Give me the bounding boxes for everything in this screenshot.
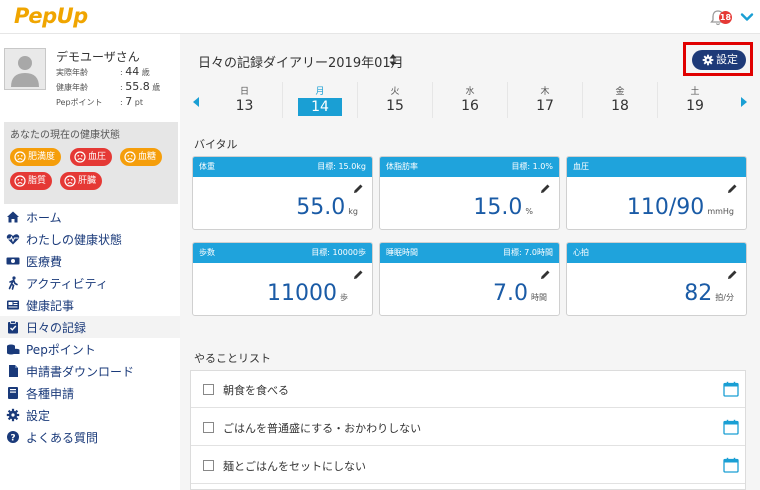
todo-item: 麺とごはんをセットにしない	[191, 447, 745, 484]
todo-checkbox[interactable]	[203, 460, 214, 471]
home-icon	[7, 211, 19, 223]
todo-list: 朝食を食べる ごはんを普通盛にする・おかわりしない 麺とごはんをセットにしない	[190, 370, 746, 490]
file-icon	[9, 365, 18, 377]
nav-item-form-download[interactable]: 申請書ダウンロード	[0, 360, 180, 382]
user-name: デモユーザさん	[56, 50, 140, 64]
next-week-arrow-icon[interactable]	[740, 96, 748, 108]
sort-updown-icon[interactable]	[388, 52, 398, 68]
pencil-icon[interactable]	[353, 269, 364, 280]
day-thu[interactable]: 木 17	[507, 82, 582, 118]
sidebar: デモユーザさん 実際年齢: 44 歳 健康年齢: 55.8 歳 Pepポイント:…	[0, 34, 180, 490]
app-header: PepUp 18	[0, 0, 760, 34]
nav-item-health-articles[interactable]: 健康記事	[0, 294, 180, 316]
todo-item: 朝食を食べる	[191, 371, 745, 408]
health-status-box: あなたの現在の健康状態 肥満度 血圧 血糖 脂質 肝臓	[4, 122, 178, 204]
gear-icon	[6, 408, 20, 422]
vital-card-body-fat[interactable]: 体脂肪率 目標: 1.0% 15.0%	[379, 156, 560, 230]
pencil-icon[interactable]	[727, 183, 738, 194]
nav-item-settings[interactable]: 設定	[0, 404, 180, 426]
diary-title[interactable]: 日々の記録ダイアリー2019年01月	[198, 52, 404, 71]
money-icon	[6, 257, 20, 265]
sad-face-icon	[124, 151, 136, 163]
health-status-title: あなたの現在の健康状態	[10, 130, 120, 141]
book-icon	[8, 387, 18, 399]
prev-week-arrow-icon[interactable]	[192, 96, 200, 108]
clipboard-icon	[8, 320, 18, 334]
nav-item-daily-records[interactable]: 日々の記録	[0, 316, 180, 338]
todo-label: やることリスト	[194, 352, 271, 365]
question-icon: ?	[7, 431, 19, 443]
health-tag-blood-pressure[interactable]: 血圧	[70, 148, 113, 166]
sad-face-icon	[74, 151, 86, 163]
vitals-label: バイタル	[194, 138, 238, 151]
health-tag-liver[interactable]: 肝臓	[60, 172, 103, 190]
day-sun[interactable]: 日 13	[207, 82, 282, 118]
sad-face-icon	[14, 151, 26, 163]
todo-checkbox[interactable]	[203, 422, 214, 433]
nav-item-faq[interactable]: ? よくある質問	[0, 426, 180, 448]
calendar-icon[interactable]	[723, 419, 739, 435]
pencil-icon[interactable]	[540, 183, 551, 194]
sad-face-icon	[14, 175, 26, 187]
day-mon[interactable]: 月 14	[282, 82, 357, 118]
coins-icon	[7, 344, 20, 355]
day-wed[interactable]: 水 16	[432, 82, 507, 118]
walking-icon	[8, 276, 18, 290]
nav-item-home[interactable]: ホーム	[0, 206, 180, 228]
day-sat[interactable]: 土 19	[657, 82, 732, 118]
vital-card-sleep[interactable]: 睡眠時間 目標: 7.0時間 7.0 時間	[379, 242, 560, 316]
stat-health-age: 健康年齢: 55.8 歳	[56, 80, 161, 93]
sad-face-icon	[64, 175, 76, 187]
notification-badge: 18	[719, 11, 732, 24]
vital-card-weight[interactable]: 体重 目標: 15.0kg 55.0 kg	[192, 156, 373, 230]
vital-card-steps[interactable]: 歩数 目標: 10000歩 11000 歩	[192, 242, 373, 316]
health-tag-blood-sugar[interactable]: 血糖	[120, 148, 163, 166]
health-tag-obesity[interactable]: 肥満度	[10, 148, 62, 166]
vital-card-blood-pressure[interactable]: 血圧 110/90 mmHg	[566, 156, 747, 230]
week-selector: 日 13 月 14 火 15 水 16 木 17 金 18 土 19	[190, 82, 758, 120]
calendar-icon[interactable]	[723, 457, 739, 473]
person-icon	[11, 56, 39, 87]
nav-item-activity[interactable]: アクティビティ	[0, 272, 180, 294]
avatar	[4, 48, 46, 90]
stat-actual-age: 実際年齢: 44 歳	[56, 65, 150, 78]
gear-icon	[702, 54, 714, 66]
settings-button[interactable]: 設定	[692, 50, 746, 70]
nav-item-medical-costs[interactable]: 医療費	[0, 250, 180, 272]
stat-pep-points: Pepポイント: 7 pt	[56, 95, 144, 108]
todo-checkbox[interactable]	[203, 384, 214, 395]
health-tag-lipid[interactable]: 脂質	[10, 172, 53, 190]
calendar-icon[interactable]	[723, 381, 739, 397]
pencil-icon[interactable]	[353, 183, 364, 194]
todo-item: ごはんを普通盛にする・おかわりしない	[191, 409, 745, 446]
nav-item-health-status[interactable]: わたしの健康状態	[0, 228, 180, 250]
pencil-icon[interactable]	[727, 269, 738, 280]
pepup-logo[interactable]: PepUp	[14, 4, 88, 28]
pencil-icon[interactable]	[540, 269, 551, 280]
day-fri[interactable]: 金 18	[582, 82, 657, 118]
day-tue[interactable]: 火 15	[357, 82, 432, 118]
nav-item-applications[interactable]: 各種申請	[0, 382, 180, 404]
nav-item-pep-points[interactable]: Pepポイント	[0, 338, 180, 360]
newspaper-icon	[7, 300, 19, 310]
vital-card-heart-rate[interactable]: 心拍 82 拍/分	[566, 242, 747, 316]
svg-text:?: ?	[10, 433, 15, 443]
heartbeat-icon	[6, 234, 20, 245]
chevron-down-icon[interactable]	[740, 10, 754, 24]
